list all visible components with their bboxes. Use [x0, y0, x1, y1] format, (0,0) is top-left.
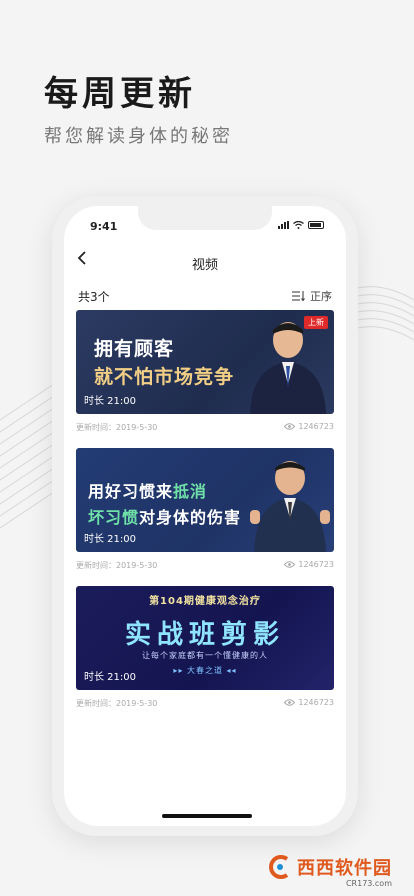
video-duration: 时长 21:00: [84, 672, 136, 683]
video-thumbnail[interactable]: 用好习惯来抵消 坏习惯对身体的伤害 时长 21:00: [76, 448, 334, 552]
new-badge: 上新: [304, 316, 328, 329]
status-icons: [278, 221, 324, 229]
home-indicator: [162, 814, 252, 818]
headline-line2: 坏习惯对身体的伤害: [88, 508, 242, 527]
view-count: 1246723: [284, 422, 334, 431]
sort-label: 正序: [310, 290, 332, 303]
video-thumbnail[interactable]: 第104期健康观念治疗 实战班剪影 让每个家庭都有一个懂健康的人 ▸▸ 大春之道…: [76, 586, 334, 690]
headline-sub: 让每个家庭都有一个懂健康的人: [142, 651, 268, 660]
video-thumbnail[interactable]: 拥有顾客 就不怕市场竞争 上新 时长 21:00: [76, 310, 334, 414]
presenter-image: [250, 322, 326, 414]
update-date: 更新时间：2019-5-30: [76, 423, 158, 432]
signal-icon: [278, 221, 289, 229]
watermark-text: 西西软件园: [297, 858, 392, 879]
page-title: 视频: [191, 258, 218, 273]
eye-icon: [284, 423, 296, 430]
status-time: 9:41: [90, 220, 118, 233]
promo-subtitle: 帮您解读身体的秘密: [44, 126, 233, 147]
video-duration: 时长 21:00: [84, 396, 136, 407]
sort-icon: [292, 291, 305, 301]
headline-line1: 用好习惯来抵消: [88, 482, 208, 501]
view-count-value: 1246723: [298, 698, 334, 707]
video-card[interactable]: 用好习惯来抵消 坏习惯对身体的伤害 时长 21:00 更新时间：2019-5-3…: [76, 448, 334, 572]
promo-title: 每周更新: [44, 74, 196, 114]
headline-main: 实战班剪影: [124, 620, 285, 650]
watermark-icon: [269, 855, 289, 879]
video-duration: 时长 21:00: [84, 534, 136, 545]
view-count: 1246723: [284, 560, 334, 569]
eye-icon: [284, 561, 296, 568]
video-meta: 更新时间：2019-5-30 1246723: [76, 414, 334, 434]
update-date: 更新时间：2019-5-30: [76, 699, 158, 708]
decorative-lines-right: [350, 286, 414, 341]
video-meta: 更新时间：2019-5-30 1246723: [76, 690, 334, 710]
video-card[interactable]: 第104期健康观念治疗 实战班剪影 让每个家庭都有一个懂健康的人 ▸▸ 大春之道…: [76, 586, 334, 710]
watermark-logo: 西西软件园: [267, 854, 392, 880]
video-meta: 更新时间：2019-5-30 1246723: [76, 552, 334, 572]
app-screen: 9:41 视频 共3个 正序 拥有顾客 就不怕市场竞争 上新 时长 21:00 …: [64, 206, 346, 826]
phone-notch: [138, 206, 272, 230]
headline-line2: 就不怕市场竞争: [94, 366, 235, 388]
view-count: 1246723: [284, 698, 334, 707]
presenter-image: [250, 461, 330, 552]
video-card[interactable]: 拥有顾客 就不怕市场竞争 上新 时长 21:00 更新时间：2019-5-30 …: [76, 310, 334, 434]
headline-line1: 拥有顾客: [94, 338, 175, 360]
eye-icon: [284, 699, 296, 706]
update-date: 更新时间：2019-5-30: [76, 561, 158, 570]
battery-icon: [308, 221, 324, 229]
headline-top: 第104期健康观念治疗: [149, 596, 261, 607]
sort-button[interactable]: 正序: [292, 288, 332, 304]
video-count: 共3个: [78, 290, 110, 304]
watermark-subtext: CR173.com: [345, 879, 392, 888]
view-count-value: 1246723: [298, 422, 334, 431]
phone-frame: 9:41 视频 共3个 正序 拥有顾客 就不怕市场竞争 上新 时长 21:00 …: [52, 196, 358, 836]
view-count-value: 1246723: [298, 560, 334, 569]
wifi-icon: [293, 221, 304, 229]
decorative-lines-left: [0, 380, 60, 529]
nav-bar: 视频: [64, 246, 346, 278]
